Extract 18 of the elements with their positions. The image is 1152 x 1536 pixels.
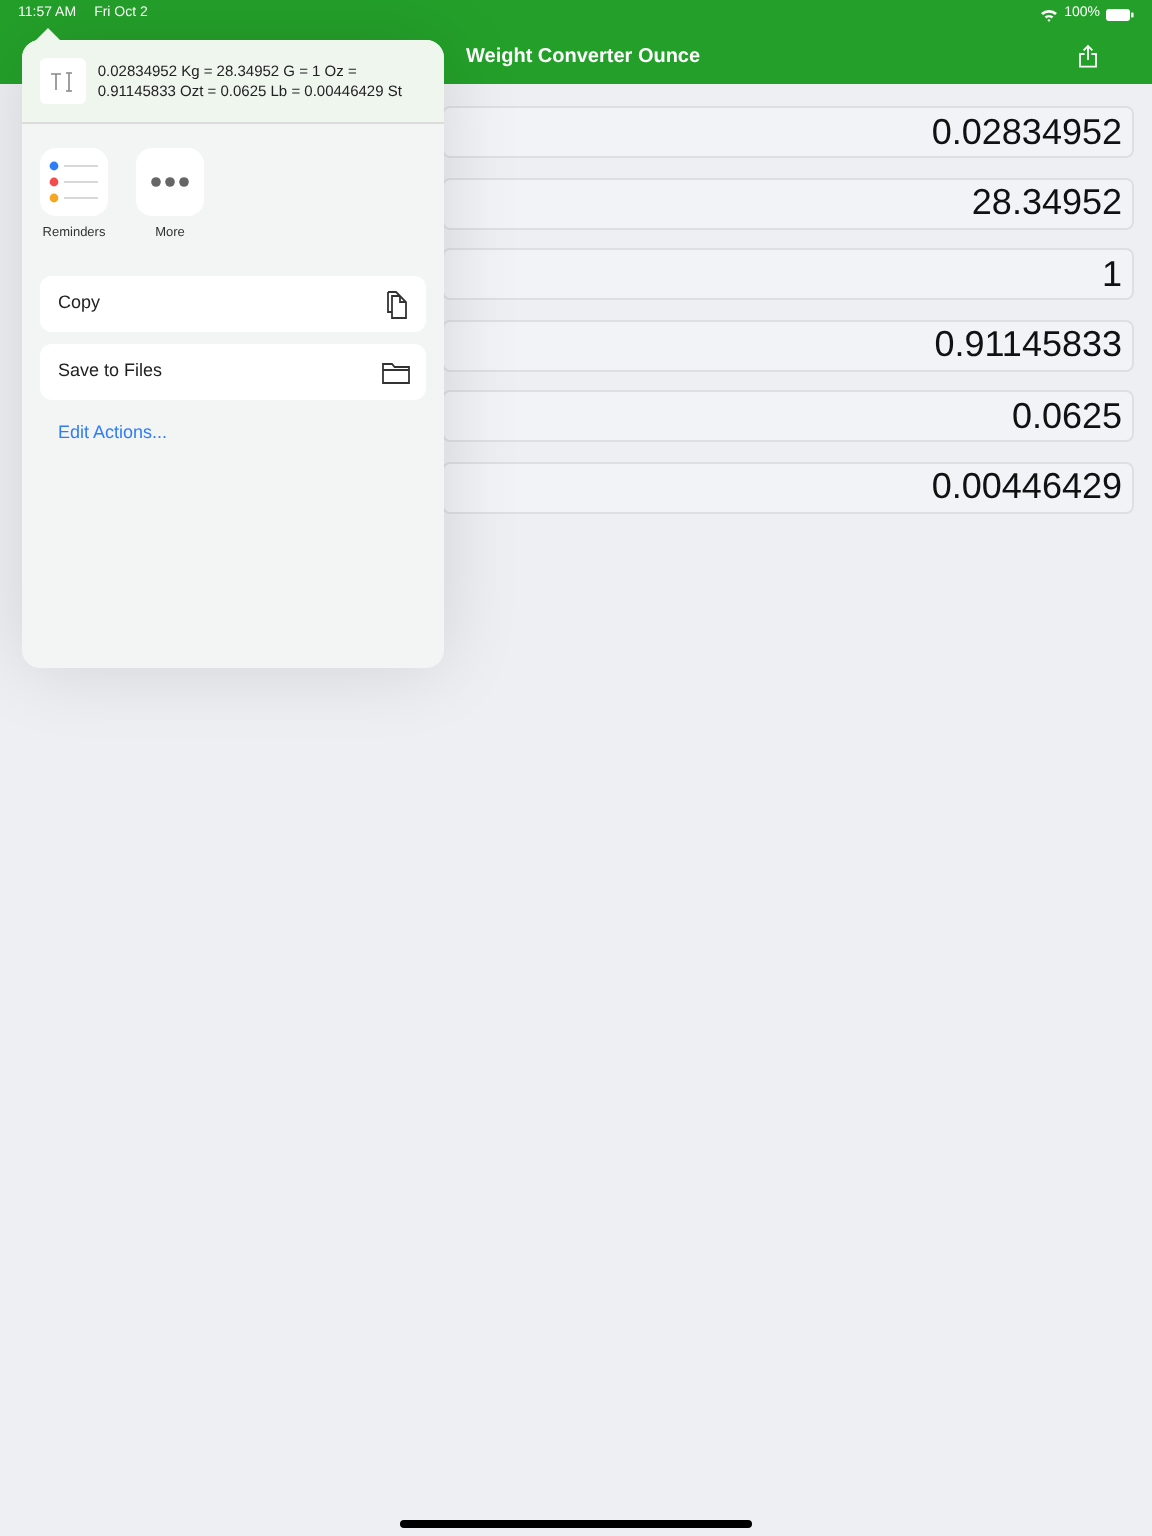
- value-field[interactable]: 0.02834952: [442, 106, 1134, 158]
- wifi-icon: [1040, 7, 1059, 21]
- nav-title: Weight Converter Ounce: [466, 43, 701, 71]
- copy-button[interactable]: Copy: [40, 276, 426, 332]
- reminders-list-icon[interactable]: [40, 148, 108, 216]
- value-field[interactable]: 28.34952: [442, 177, 1134, 229]
- value-field[interactable]: 0.0625: [442, 390, 1134, 442]
- folder-icon: [382, 361, 410, 383]
- copy-icon: [384, 289, 410, 319]
- save-to-files-button[interactable]: Save to Files: [40, 344, 426, 400]
- more-icon[interactable]: [136, 148, 204, 216]
- share-icon[interactable]: [1078, 44, 1098, 68]
- edit-actions-link[interactable]: Edit Actions...: [58, 420, 168, 447]
- value-field[interactable]: 1: [442, 248, 1134, 300]
- value-field[interactable]: 0.91145833: [442, 319, 1134, 371]
- value-field[interactable]: 0.00446429: [442, 461, 1134, 513]
- text-document-icon: [40, 58, 86, 104]
- battery-icon: [1106, 7, 1134, 21]
